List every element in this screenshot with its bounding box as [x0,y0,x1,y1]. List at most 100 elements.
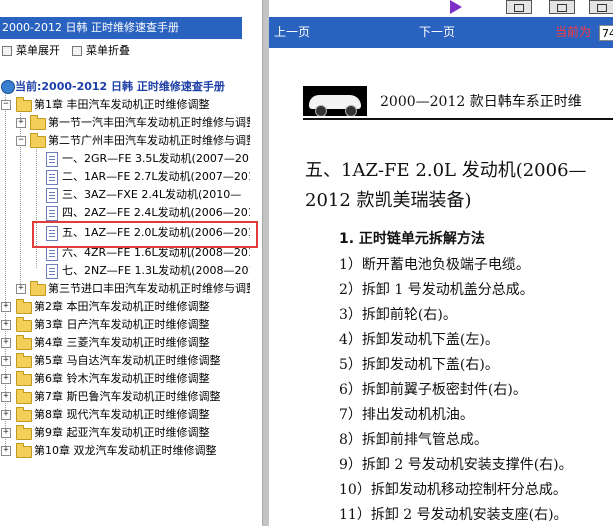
document-icon [46,152,58,167]
expand-toggle-icon[interactable]: + [1,320,11,330]
tree-leaf-item[interactable]: 二、1AR—FE 2.7L发动机(2007—2012 [0,168,250,186]
tree-section-label: 第三节进口丰田汽车发动机正时维修与调整 [48,282,250,295]
tree-leaf-label: 七、2NZ—FE 1.3L发动机(2008—2012 [62,264,250,277]
top-toolbar-strip [269,0,613,17]
folder-icon [16,443,32,458]
folder-icon [16,335,32,350]
section-subtitle: 2012 款凯美瑞装备) [305,190,472,211]
expand-icon [2,46,12,56]
expand-toggle-icon[interactable]: + [16,118,26,128]
left-panel: 2000-2012 日韩 正时维修速查手册 菜单展开 菜单折叠 当前:2000-… [0,0,262,526]
tree-chapter-9[interactable]: + 第9章 起亚汽车发动机正时维修调整 [0,424,250,442]
step-item: 7）排出发动机机油。 [339,407,474,423]
document-icon [46,264,58,279]
tree-leaf-item[interactable]: 一、2GR—FE 3.5L发动机(2007—2012 [0,150,250,168]
collapse-toggle-icon[interactable]: − [16,136,26,146]
tree-section-1[interactable]: + 第一节一汽丰田汽车发动机正时维修与调整 [0,114,250,132]
step-item: 5）拆卸发动机下盖(右)。 [339,357,499,373]
tree-chapter-label: 第7章 斯巴鲁汽车发动机正时维修调整 [34,390,221,403]
folder-icon [16,389,32,404]
menu-expand-label: 菜单展开 [16,44,60,57]
tree-chapter-label: 第6章 铃木汽车发动机正时维修调整 [34,372,210,385]
tree-chapter-label: 第3章 日产汽车发动机正时维修调整 [34,318,210,331]
tree-chapter-6[interactable]: + 第6章 铃木汽车发动机正时维修调整 [0,370,250,388]
expand-toggle-icon[interactable]: + [16,284,26,294]
expand-toggle-icon[interactable]: + [1,428,11,438]
expand-toggle-icon[interactable]: + [1,338,11,348]
toolbar-button-1[interactable] [506,0,532,14]
car-wheel [345,105,357,116]
tree-leaf-label: 六、4ZR—FE 1.6L发动机(2008—2012 [62,246,250,259]
expand-toggle-icon[interactable]: + [1,392,11,402]
next-page-button[interactable]: 下一页 [419,17,455,48]
step-item: 3）拆卸前轮(右)。 [339,307,457,323]
document-icon [46,206,58,221]
step-item: 2）拆卸 1 号发动机盖分总成。 [339,282,534,298]
folder-icon [16,97,32,112]
car-logo-image [303,86,367,116]
tree-chapter-label: 第8章 现代汽车发动机正时维修调整 [34,408,210,421]
tree-chapter-7[interactable]: + 第7章 斯巴鲁汽车发动机正时维修调整 [0,388,250,406]
tree-chapter-10[interactable]: + 第10章 双龙汽车发动机正时维修调整 [0,442,250,460]
tree-section-3[interactable]: + 第三节进口丰田汽车发动机正时维修与调整 [0,280,250,298]
tree-chapter-label: 第9章 起亚汽车发动机正时维修调整 [34,426,210,439]
tree-leaf-label: 二、1AR—FE 2.7L发动机(2007—2012 [62,170,250,183]
folder-icon [30,133,46,148]
expand-toggle-icon[interactable]: + [1,356,11,366]
collapse-toggle-icon[interactable]: − [1,100,11,110]
subheading: 1. 正时链单元拆解方法 [339,231,485,247]
tree-section-label: 第一节一汽丰田汽车发动机正时维修与调整 [48,116,250,129]
menu-collapse-label: 菜单折叠 [86,44,130,57]
tree-chapter-label: 第5章 马自达汽车发动机正时维修调整 [34,354,221,367]
document-icon [46,226,58,241]
tree-leaf-item-selected[interactable]: 五、1AZ—FE 2.0L发动机(2006—2012 [0,224,250,242]
tree-chapter-label: 第2章 本田汽车发动机正时维修调整 [34,300,210,313]
folder-icon [16,299,32,314]
document-page: 2000—2012 款日韩车系正时维 五、1AZ-FE 2.0L 发动机(200… [269,48,613,526]
step-item: 1）断开蓄电池负极端子电缆。 [339,257,530,273]
menu-collapse-button[interactable]: 菜单折叠 [72,40,130,62]
toolbar-button-3[interactable] [589,0,613,14]
tree-leaf-label: 一、2GR—FE 3.5L发动机(2007—2012 [62,152,250,165]
step-item: 10）拆卸发动机移动控制杆分总成。 [339,482,567,498]
prev-page-button[interactable]: 上一页 [274,17,310,48]
car-wheel [315,105,327,116]
play-icon[interactable] [450,0,462,14]
pane-splitter[interactable] [262,0,269,526]
tree-chapter-1[interactable]: − 第1章 丰田汽车发动机正时维修调整 [0,96,250,114]
tree-leaf-item[interactable]: 六、4ZR—FE 1.6L发动机(2008—2012 [0,244,250,262]
toolbar-button-2[interactable] [549,0,575,14]
document-banner: 2000—2012 款日韩车系正时维 [380,94,582,110]
tree-leaf-label: 四、2AZ—FE 2.4L发动机(2006—2012 [62,206,250,219]
tree-leaf-item[interactable]: 三、3AZ—FXE 2.4L发动机(2010— [0,186,250,204]
tree-chapter-label: 第1章 丰田汽车发动机正时维修调整 [34,98,210,111]
current-page-label: 当前为 [555,25,592,39]
tree-chapter-label: 第4章 三菱汽车发动机正时维修调整 [34,336,210,349]
banner-rule [303,118,613,120]
folder-icon [16,317,32,332]
tree-root-label: 当前:2000-2012 日韩 正时维修速查手册 [15,80,225,93]
tree-leaf-item[interactable]: 七、2NZ—FE 1.3L发动机(2008—2012 [0,262,250,280]
step-item: 6）拆卸前翼子板密封件(右)。 [339,382,527,398]
tree-section-label: 第二节广州丰田汽车发动机正时维修与调整 [48,134,250,147]
expand-toggle-icon[interactable]: + [1,410,11,420]
tree-chapter-4[interactable]: + 第4章 三菱汽车发动机正时维修调整 [0,334,250,352]
folder-icon [16,353,32,368]
tree-chapter-8[interactable]: + 第8章 现代汽车发动机正时维修调整 [0,406,250,424]
folder-icon [16,425,32,440]
tree-leaf-label: 五、1AZ—FE 2.0L发动机(2006—2012 [62,226,250,239]
tree-section-2[interactable]: − 第二节广州丰田汽车发动机正时维修与调整 [0,132,250,150]
tree-leaf-item[interactable]: 四、2AZ—FE 2.4L发动机(2006—2012 [0,204,250,222]
tree-root[interactable]: 当前:2000-2012 日韩 正时维修速查手册 [0,78,250,96]
current-page-input[interactable]: 74 [599,25,613,41]
tree-chapter-2[interactable]: + 第2章 本田汽车发动机正时维修调整 [0,298,250,316]
step-item: 9）拆卸 2 号发动机安装支撑件(右)。 [339,457,573,473]
document-icon [46,170,58,185]
left-panel-title: 2000-2012 日韩 正时维修速查手册 [0,17,242,39]
expand-toggle-icon[interactable]: + [1,302,11,312]
tree-chapter-5[interactable]: + 第5章 马自达汽车发动机正时维修调整 [0,352,250,370]
expand-toggle-icon[interactable]: + [1,374,11,384]
expand-toggle-icon[interactable]: + [1,446,11,456]
tree-chapter-3[interactable]: + 第3章 日产汽车发动机正时维修调整 [0,316,250,334]
menu-expand-button[interactable]: 菜单展开 [2,40,60,62]
